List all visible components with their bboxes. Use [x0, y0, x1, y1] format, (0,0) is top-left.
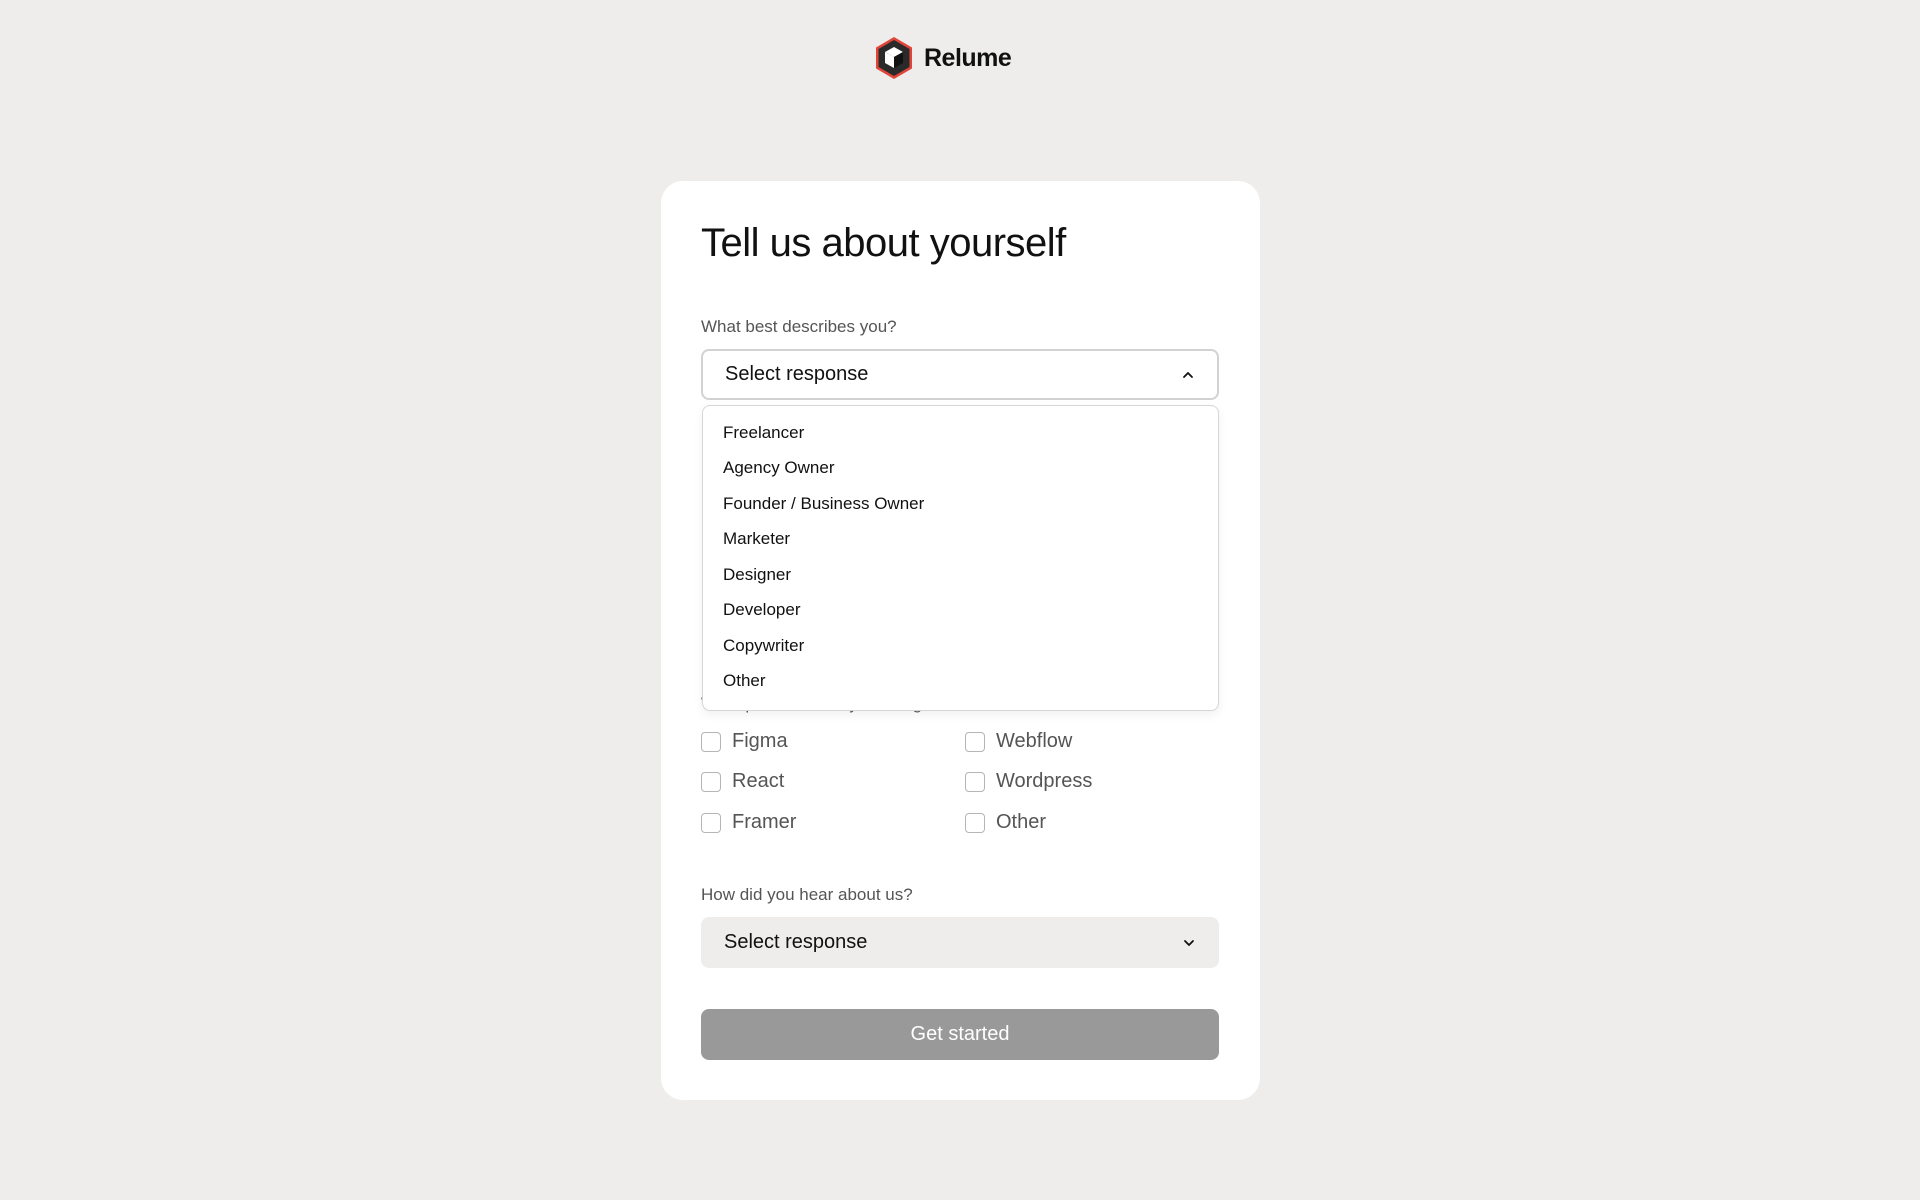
checkbox-label: React [732, 770, 785, 792]
role-select-value: Select response [725, 363, 869, 385]
dropdown-option-copywriter[interactable]: Copywriter [703, 628, 1218, 664]
dropdown-option-marketer[interactable]: Marketer [703, 522, 1218, 558]
checkbox-label: Framer [732, 811, 797, 833]
dropdown-option-other[interactable]: Other [703, 664, 1218, 700]
checkbox-framer[interactable]: Framer [701, 811, 796, 834]
dropdown-option-founder[interactable]: Founder / Business Owner [703, 486, 1218, 522]
checkbox-wordpress[interactable]: Wordpress [965, 770, 1092, 793]
checkbox-other[interactable]: Other [965, 811, 1046, 834]
dropdown-option-freelancer[interactable]: Freelancer [703, 415, 1218, 451]
dropdown-option-agency-owner[interactable]: Agency Owner [703, 451, 1218, 487]
brand[interactable]: Relume [874, 36, 1012, 80]
checkbox-label: Figma [732, 730, 788, 752]
chevron-down-icon [1184, 939, 1194, 946]
dropdown-option-developer[interactable]: Developer [703, 593, 1218, 629]
checkbox-label: Other [996, 811, 1047, 833]
relume-logo-icon [876, 37, 912, 79]
checkbox-box[interactable] [701, 771, 721, 792]
get-started-button[interactable]: Get started [701, 1009, 1219, 1060]
role-select[interactable]: Select response [701, 349, 1219, 400]
checkbox-box[interactable] [701, 812, 721, 833]
checkbox-label: Wordpress [996, 770, 1093, 792]
source-field-label: How did you hear about us? [701, 885, 913, 904]
checkbox-webflow[interactable]: Webflow [965, 730, 1072, 753]
role-field-label: What best describes you? [701, 317, 897, 336]
dropdown-option-designer[interactable]: Designer [703, 557, 1218, 593]
checkbox-react[interactable]: React [701, 770, 784, 793]
checkbox-box[interactable] [965, 812, 985, 833]
page-title: Tell us about yourself [701, 221, 1066, 265]
checkbox-box[interactable] [965, 771, 985, 792]
checkbox-box[interactable] [701, 731, 721, 752]
brand-name: Relume [924, 43, 1012, 72]
checkbox-box[interactable] [965, 731, 985, 752]
checkbox-label: Webflow [996, 730, 1073, 752]
source-select[interactable]: Select response [701, 917, 1219, 968]
role-dropdown-menu: Freelancer Agency Owner Founder / Busine… [702, 405, 1219, 711]
source-select-value: Select response [724, 931, 868, 953]
checkbox-figma[interactable]: Figma [701, 730, 788, 753]
chevron-up-icon [1183, 371, 1193, 378]
